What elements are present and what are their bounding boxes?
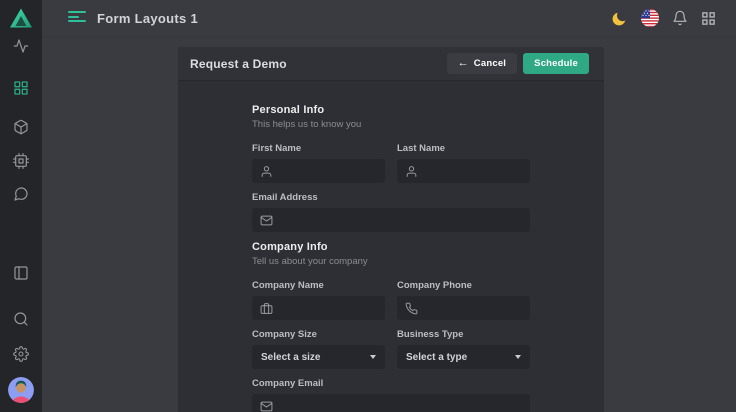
last-name-field: Last Name bbox=[397, 143, 530, 183]
company-name-input[interactable] bbox=[279, 303, 377, 314]
grid-icon bbox=[13, 80, 29, 96]
avatar-illustration bbox=[8, 377, 34, 403]
mail-icon bbox=[260, 214, 273, 227]
main-area: Form Layouts 1 bbox=[42, 0, 736, 412]
company-phone-input-wrap bbox=[397, 296, 530, 320]
last-name-label: Last Name bbox=[397, 143, 530, 154]
section-heading-company: Company Info bbox=[252, 241, 530, 253]
schedule-button[interactable]: Schedule bbox=[523, 53, 589, 74]
sidebar-item-components[interactable] bbox=[13, 119, 29, 135]
company-email-input-wrap bbox=[252, 394, 530, 412]
first-name-field: First Name bbox=[252, 143, 385, 183]
company-name-input-wrap bbox=[252, 296, 385, 320]
company-name-label: Company Name bbox=[252, 280, 385, 291]
email-address-field: Email Address bbox=[252, 192, 530, 232]
activity-icon bbox=[13, 38, 29, 54]
chevron-down-icon bbox=[515, 355, 521, 359]
email-address-input[interactable] bbox=[279, 215, 522, 226]
company-name-field: Company Name bbox=[252, 280, 385, 320]
theme-toggle-button[interactable] bbox=[611, 10, 628, 27]
company-email-field: Company Email bbox=[252, 378, 530, 412]
app-logo[interactable] bbox=[8, 5, 34, 31]
request-demo-card: Request a Demo ← Cancel Schedule bbox=[178, 47, 604, 412]
sidebar-item-system[interactable] bbox=[13, 153, 29, 169]
card-header: Request a Demo ← Cancel Schedule bbox=[178, 47, 604, 81]
business-type-select[interactable]: Select a type bbox=[397, 345, 530, 369]
company-size-select[interactable]: Select a size bbox=[252, 345, 385, 369]
cancel-button-label: Cancel bbox=[474, 58, 506, 69]
email-address-label: Email Address bbox=[252, 192, 530, 203]
triangle-logo-icon bbox=[8, 5, 34, 31]
cancel-button[interactable]: ← Cancel bbox=[447, 53, 518, 74]
sidebar-item-activity[interactable] bbox=[13, 38, 29, 54]
email-address-input-wrap bbox=[252, 208, 530, 232]
company-size-label: Company Size bbox=[252, 329, 385, 340]
chat-bubble-icon bbox=[13, 186, 29, 202]
personal-info-section: Personal Info This helps us to know you … bbox=[252, 104, 530, 232]
notifications-button[interactable] bbox=[672, 10, 688, 26]
section-subheading-personal: This helps us to know you bbox=[252, 119, 530, 130]
language-flag-button[interactable] bbox=[641, 9, 659, 27]
user-avatar[interactable] bbox=[8, 377, 34, 403]
settings-gear-icon bbox=[13, 346, 29, 362]
layout-icon bbox=[13, 265, 29, 281]
company-phone-label: Company Phone bbox=[397, 280, 530, 291]
section-subheading-company: Tell us about your company bbox=[252, 256, 530, 267]
apps-menu-button[interactable] bbox=[701, 11, 716, 26]
sidebar-item-messages[interactable] bbox=[13, 186, 29, 202]
company-size-selected-value: Select a size bbox=[261, 352, 320, 363]
last-name-input[interactable] bbox=[424, 166, 522, 177]
page-title: Form Layouts 1 bbox=[97, 11, 198, 26]
search-icon bbox=[13, 311, 29, 327]
company-phone-input[interactable] bbox=[424, 303, 522, 314]
sidebar-item-search[interactable] bbox=[13, 311, 29, 327]
card-body: Personal Info This helps us to know you … bbox=[178, 81, 604, 412]
business-type-selected-value: Select a type bbox=[406, 352, 467, 363]
first-name-label: First Name bbox=[252, 143, 385, 154]
user-icon bbox=[405, 165, 418, 178]
company-size-field: Company Size Select a size bbox=[252, 329, 385, 369]
left-arrow-icon: ← bbox=[458, 58, 469, 69]
topbar: Form Layouts 1 bbox=[42, 0, 736, 36]
chevron-down-icon bbox=[370, 355, 376, 359]
moon-icon bbox=[611, 10, 628, 27]
sidebar-item-settings[interactable] bbox=[13, 346, 29, 362]
sidebar bbox=[0, 0, 42, 412]
section-heading-personal: Personal Info bbox=[252, 104, 530, 116]
last-name-input-wrap bbox=[397, 159, 530, 183]
content-area: Request a Demo ← Cancel Schedule bbox=[42, 36, 736, 412]
bell-icon bbox=[672, 10, 688, 26]
cpu-icon bbox=[13, 153, 29, 169]
card-title: Request a Demo bbox=[190, 57, 287, 71]
topbar-actions bbox=[611, 9, 716, 27]
box-icon bbox=[13, 119, 29, 135]
first-name-input[interactable] bbox=[279, 166, 377, 177]
business-type-field: Business Type Select a type bbox=[397, 329, 530, 369]
schedule-button-label: Schedule bbox=[534, 58, 578, 69]
us-flag-icon bbox=[641, 9, 659, 27]
company-email-label: Company Email bbox=[252, 378, 530, 389]
sidebar-item-forms-active[interactable] bbox=[13, 80, 29, 96]
menu-toggle-button[interactable] bbox=[68, 11, 86, 25]
phone-icon bbox=[405, 302, 418, 315]
card-header-actions: ← Cancel Schedule bbox=[447, 53, 589, 74]
briefcase-icon bbox=[260, 302, 273, 315]
company-info-section: Company Info Tell us about your company … bbox=[252, 241, 530, 412]
apps-grid-icon bbox=[701, 11, 716, 26]
first-name-input-wrap bbox=[252, 159, 385, 183]
company-phone-field: Company Phone bbox=[397, 280, 530, 320]
business-type-label: Business Type bbox=[397, 329, 530, 340]
menu-icon bbox=[68, 11, 86, 13]
app-root: Form Layouts 1 bbox=[0, 0, 736, 412]
sidebar-item-layout[interactable] bbox=[13, 265, 29, 281]
mail-icon bbox=[260, 400, 273, 412]
user-icon bbox=[260, 165, 273, 178]
company-email-input[interactable] bbox=[279, 401, 522, 412]
